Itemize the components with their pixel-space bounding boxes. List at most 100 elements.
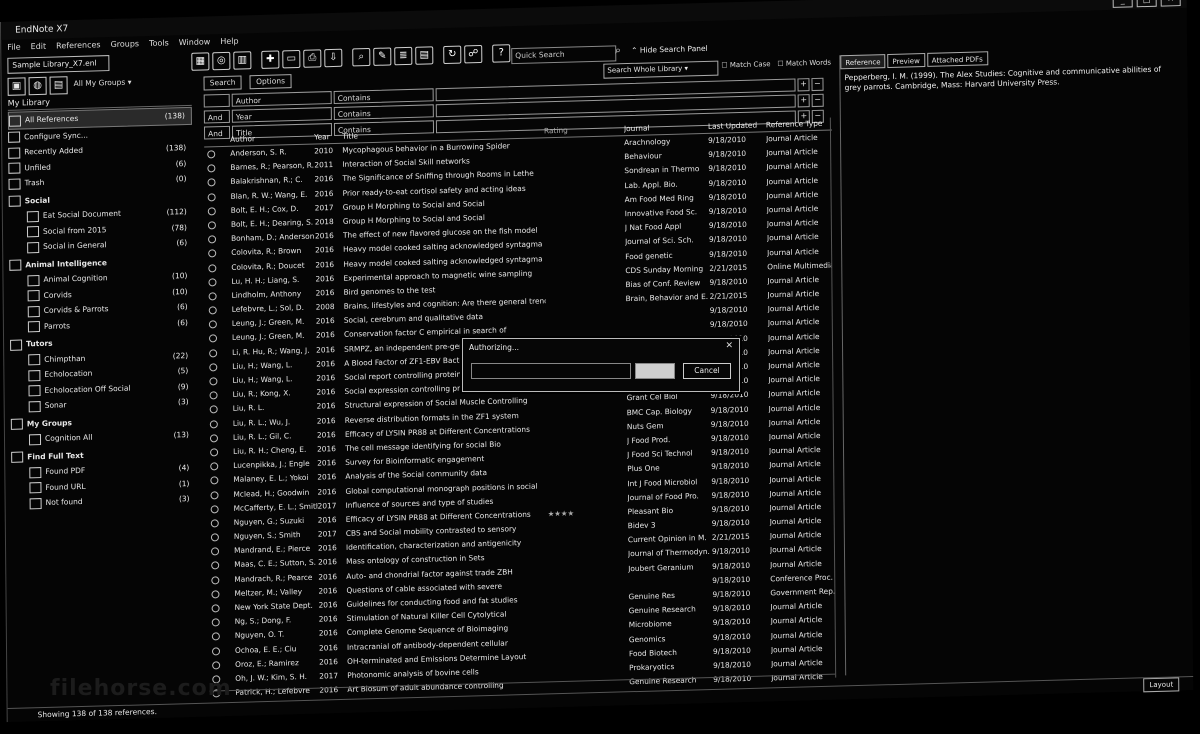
dialog-close-icon[interactable]: ✕ xyxy=(725,341,733,351)
tab-attached-pdfs[interactable]: Attached PDFs xyxy=(926,51,988,67)
help-icon[interactable]: ? xyxy=(492,44,511,63)
sidebar-item-label: Found PDF xyxy=(45,465,86,476)
cell-year: 2016 xyxy=(318,557,338,568)
row-status-cell xyxy=(205,204,231,219)
field-select[interactable]: Author xyxy=(231,91,332,107)
row-status-cell xyxy=(208,587,234,602)
reference-table: Author Year Title Rating Journal Last Updated… xyxy=(204,117,837,701)
menu-help[interactable]: Help xyxy=(220,34,238,50)
row-status-cell xyxy=(206,360,232,375)
row-status-cell xyxy=(205,189,231,204)
insert-citation-icon[interactable]: ✎ xyxy=(373,47,392,66)
cell-year: 2017 xyxy=(317,500,337,511)
local-library-icon[interactable]: ▦ xyxy=(191,52,210,71)
cell-year: 2016 xyxy=(319,656,338,667)
row-status-cell xyxy=(208,502,234,517)
column-header-journal[interactable]: Journal xyxy=(624,121,708,135)
operator-select[interactable]: Contains xyxy=(333,88,434,105)
format-bibliography-icon[interactable]: ≣ xyxy=(394,46,413,66)
header-icons xyxy=(204,134,230,147)
ok-button[interactable] xyxy=(635,363,675,379)
column-header-rating[interactable]: Rating xyxy=(544,123,624,137)
search-button[interactable]: Search xyxy=(203,75,242,91)
boolean-select[interactable]: And xyxy=(203,109,230,124)
options-button[interactable]: Options xyxy=(249,74,292,90)
row-status-cell xyxy=(206,388,232,403)
match-words-checkbox[interactable]: ☐ Match Words xyxy=(777,59,831,68)
read-status-icon xyxy=(208,320,217,329)
hide-search-panel-button[interactable]: ⌃ Hide Search Panel xyxy=(631,42,708,58)
groups-dropdown[interactable]: All My Groups ▾ xyxy=(74,74,182,91)
cell-last-updated: 2/21/2015 xyxy=(709,262,748,273)
search-icon[interactable]: ⌕ xyxy=(615,45,621,56)
search-scope-select[interactable]: Search Whole Library ▾ xyxy=(603,60,719,79)
maximize-button[interactable]: □ xyxy=(1136,0,1157,8)
cell-year: 2016 xyxy=(315,273,335,284)
menu-window[interactable]: Window xyxy=(179,34,211,51)
menu-references[interactable]: References xyxy=(56,37,101,54)
sidebar-item-count: (5) xyxy=(177,366,189,376)
tab-reference[interactable]: Reference xyxy=(840,54,886,70)
read-status-icon xyxy=(211,561,220,570)
open-icon[interactable]: ▭ xyxy=(282,49,301,69)
search-scope-value: Search Whole Library xyxy=(607,64,683,75)
find-fulltext-icon[interactable]: ⎙ xyxy=(303,49,322,68)
add-row-button[interactable]: + xyxy=(797,94,810,108)
search-online-icon[interactable]: ⌕ xyxy=(352,47,371,67)
column-header-author[interactable]: Author xyxy=(230,132,314,146)
sidebar-item-label: Social xyxy=(24,195,50,205)
boolean-select[interactable] xyxy=(203,93,230,108)
new-reference-icon[interactable]: ✚ xyxy=(261,50,280,69)
sidebar-item-label: Configure Sync... xyxy=(24,130,89,141)
cell-year: 2016 xyxy=(314,231,334,241)
cell-last-updated: 9/18/2010 xyxy=(708,191,747,202)
library-tab[interactable]: Sample Library_X7.enl xyxy=(7,55,110,74)
field-value: Year xyxy=(235,112,252,122)
add-row-button[interactable]: + xyxy=(797,78,810,92)
layout-button[interactable]: Layout xyxy=(1143,677,1180,693)
cell-year: 2016 xyxy=(315,287,335,298)
share-icon[interactable]: ☍ xyxy=(464,44,483,64)
group-icon xyxy=(28,385,41,397)
row-status-cell xyxy=(206,317,232,332)
integrated-library-mode-icon[interactable]: ▤ xyxy=(49,76,68,95)
remove-row-button[interactable]: − xyxy=(811,93,824,108)
column-header-reference-type[interactable]: Reference Type xyxy=(766,118,830,132)
menu-edit[interactable]: Edit xyxy=(31,39,47,55)
sidebar-item-label: Find Full Text xyxy=(27,450,84,461)
online-search-mode-icon[interactable]: ◍ xyxy=(28,76,47,96)
integrated-icon[interactable]: ▥ xyxy=(233,51,252,70)
menu-groups[interactable]: Groups xyxy=(110,36,140,53)
cancel-button[interactable]: Cancel xyxy=(683,363,731,379)
menu-file[interactable]: File xyxy=(7,39,21,55)
online-icon[interactable]: ◎ xyxy=(212,51,231,71)
column-header-last-updated[interactable]: Last Updated xyxy=(708,119,766,133)
tab-preview[interactable]: Preview xyxy=(887,52,925,69)
operator-select[interactable]: Contains xyxy=(333,104,434,121)
preview-icon[interactable]: ▤ xyxy=(415,46,434,65)
cell-last-updated: 9/18/2010 xyxy=(710,432,749,443)
cell-last-updated: 9/18/2010 xyxy=(708,177,747,188)
field-select[interactable]: Year xyxy=(231,107,332,123)
download-icon[interactable]: ⇩ xyxy=(324,48,343,68)
menu-tools[interactable]: Tools xyxy=(149,35,169,52)
window-title: EndNote X7 xyxy=(15,24,69,36)
minimize-button[interactable]: _ xyxy=(1112,0,1133,8)
cell-year: 2016 xyxy=(317,444,336,454)
remove-row-button[interactable]: − xyxy=(811,77,824,92)
column-header-year[interactable]: Year xyxy=(314,131,342,144)
cell-year: 2016 xyxy=(316,358,336,369)
local-library-mode-icon[interactable]: ▣ xyxy=(7,77,26,96)
sidebar-item-count: (13) xyxy=(173,430,189,440)
sync-icon[interactable]: ↻ xyxy=(443,45,462,65)
cell-year: 2016 xyxy=(317,543,337,553)
cell-year: 2016 xyxy=(315,259,335,270)
cell-last-updated: 9/18/2010 xyxy=(708,149,747,160)
match-words-label: Match Words xyxy=(785,58,832,68)
group-icon xyxy=(26,210,39,222)
row-status-cell xyxy=(206,303,232,318)
cell-year: 2016 xyxy=(315,330,335,341)
row-status-cell xyxy=(209,658,235,673)
close-button[interactable]: ✕ xyxy=(1160,0,1181,7)
match-case-checkbox[interactable]: ☐ Match Case xyxy=(721,60,770,69)
